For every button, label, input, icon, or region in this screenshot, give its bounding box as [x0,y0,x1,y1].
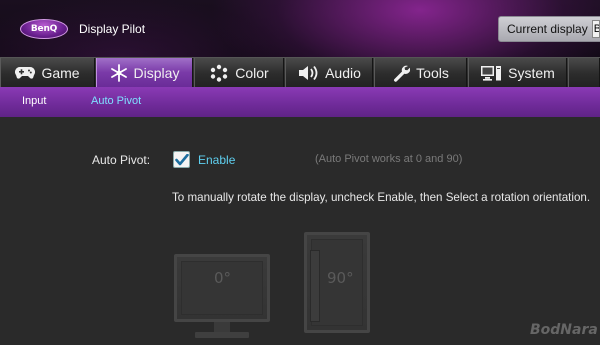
color-dots-icon [209,64,229,82]
tab-color[interactable]: Color [194,58,284,87]
subtab-auto-pivot[interactable]: Auto Pivot [91,95,141,107]
auto-pivot-label: Auto Pivot: [92,153,151,167]
landscape-orientation-button[interactable] [174,254,270,338]
computer-icon [480,64,502,82]
app-title: Display Pilot [79,22,146,36]
logo-text: BenQ [30,24,58,34]
landscape-monitor-base [195,332,249,338]
speaker-icon [297,64,319,82]
tab-system-label: System [508,64,555,81]
portrait-monitor-stand [310,250,320,322]
tab-audio[interactable]: Audio [285,58,373,87]
landscape-monitor-neck [214,322,230,332]
benq-logo: BenQ [20,19,68,39]
tab-overflow [568,58,600,87]
tab-tools-label: Tools [416,64,449,81]
tab-system[interactable]: System [468,58,567,87]
tab-game-label: Game [41,64,80,81]
auto-pivot-panel: Auto Pivot: Enable (Auto Pivot works at … [0,117,600,345]
tab-tools[interactable]: Tools [374,58,467,87]
watermark-text: BodNara [530,322,598,338]
auto-pivot-hint: (Auto Pivot works at 0 and 90) [315,153,463,165]
checkmark-icon [174,153,189,165]
current-display-label: Current display [507,22,588,36]
tab-display[interactable]: Display [96,58,193,87]
display-snowflake-icon [110,63,128,82]
current-display-dropdown[interactable]: B [591,20,600,38]
landscape-label: 0° [214,269,232,287]
subtab-input[interactable]: Input [22,95,46,107]
title-bar: BenQ Display Pilot Current display B [0,0,600,57]
tab-color-label: Color [235,64,269,81]
enable-label[interactable]: Enable [198,153,235,167]
gamepad-icon [15,66,36,80]
enable-checkbox[interactable] [173,151,190,168]
portrait-label: 90° [327,269,354,287]
tab-display-label: Display [133,64,180,81]
tab-audio-label: Audio [325,64,361,81]
wrench-icon [392,64,411,82]
current-display-selector[interactable]: Current display B [498,16,600,42]
tab-game[interactable]: Game [0,58,95,87]
sub-tab-bar: Input Auto Pivot [0,87,600,117]
main-tab-bar: Game Display Color Audio Tools System [0,57,600,87]
rotation-description: To manually rotate the display, uncheck … [172,191,591,204]
